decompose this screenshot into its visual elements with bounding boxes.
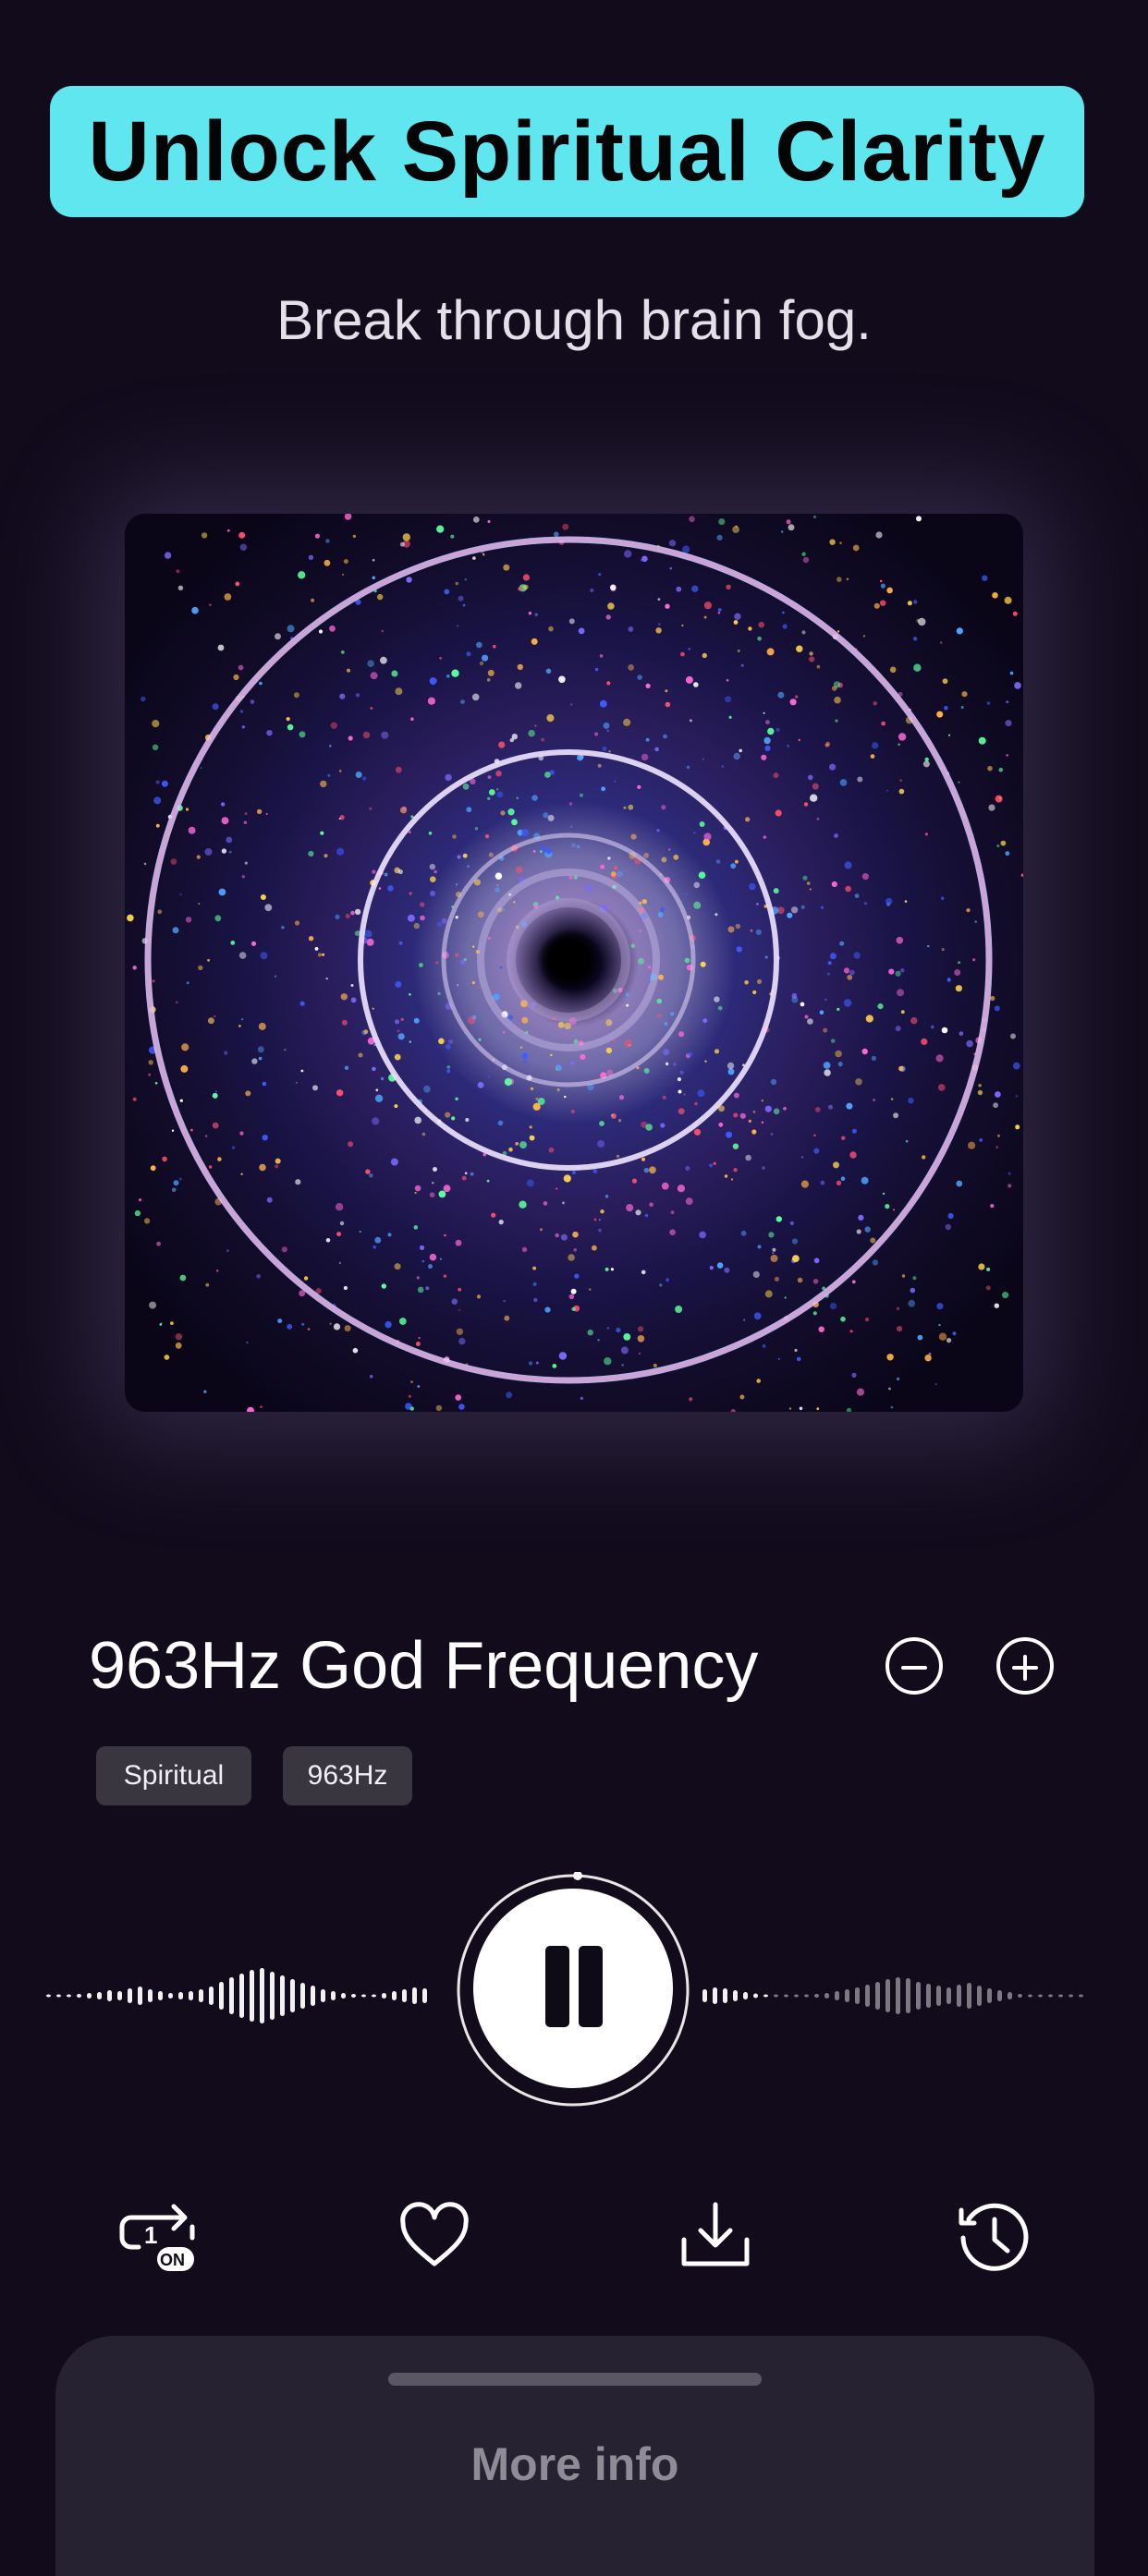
minus-icon [901, 1666, 927, 1670]
subtitle: Break through brain fog. [276, 289, 872, 351]
album-artwork [125, 514, 1023, 1412]
favorite-button[interactable] [397, 2199, 471, 2273]
svg-text:1: 1 [144, 2221, 157, 2249]
download-button[interactable] [678, 2199, 752, 2273]
cosmic-tunnel-image [125, 514, 1023, 1412]
progress-knob[interactable] [573, 1872, 582, 1880]
waveform-left [46, 1968, 427, 2023]
heart-icon [400, 2202, 469, 2266]
headline-banner: Unlock Spiritual Clarity [50, 86, 1084, 217]
drag-handle[interactable] [388, 2373, 762, 2386]
plus-icon-stroke [1023, 1655, 1027, 1681]
history-button[interactable] [956, 2199, 1030, 2273]
tag-spiritual[interactable]: Spiritual [96, 1746, 251, 1805]
pause-button[interactable] [473, 1889, 673, 2088]
track-title: 963Hz God Frequency [89, 1629, 759, 1703]
repeat-one-on-icon: 1 ON [119, 2204, 195, 2271]
more-info-label: More info [470, 2438, 679, 2490]
more-info-sheet[interactable]: More info [55, 2336, 1094, 2576]
download-icon [681, 2202, 750, 2266]
pause-icon-bar [579, 1946, 603, 2027]
tag-963hz[interactable]: 963Hz [283, 1746, 412, 1805]
svg-text:ON: ON [160, 2251, 185, 2269]
repeat-one-button[interactable]: 1 ON [118, 2199, 195, 2273]
history-icon [959, 2203, 1029, 2271]
decrease-button[interactable] [885, 1637, 943, 1695]
pause-icon [545, 1946, 569, 2027]
increase-button[interactable] [996, 1637, 1054, 1695]
waveform-right [702, 1977, 1083, 2014]
